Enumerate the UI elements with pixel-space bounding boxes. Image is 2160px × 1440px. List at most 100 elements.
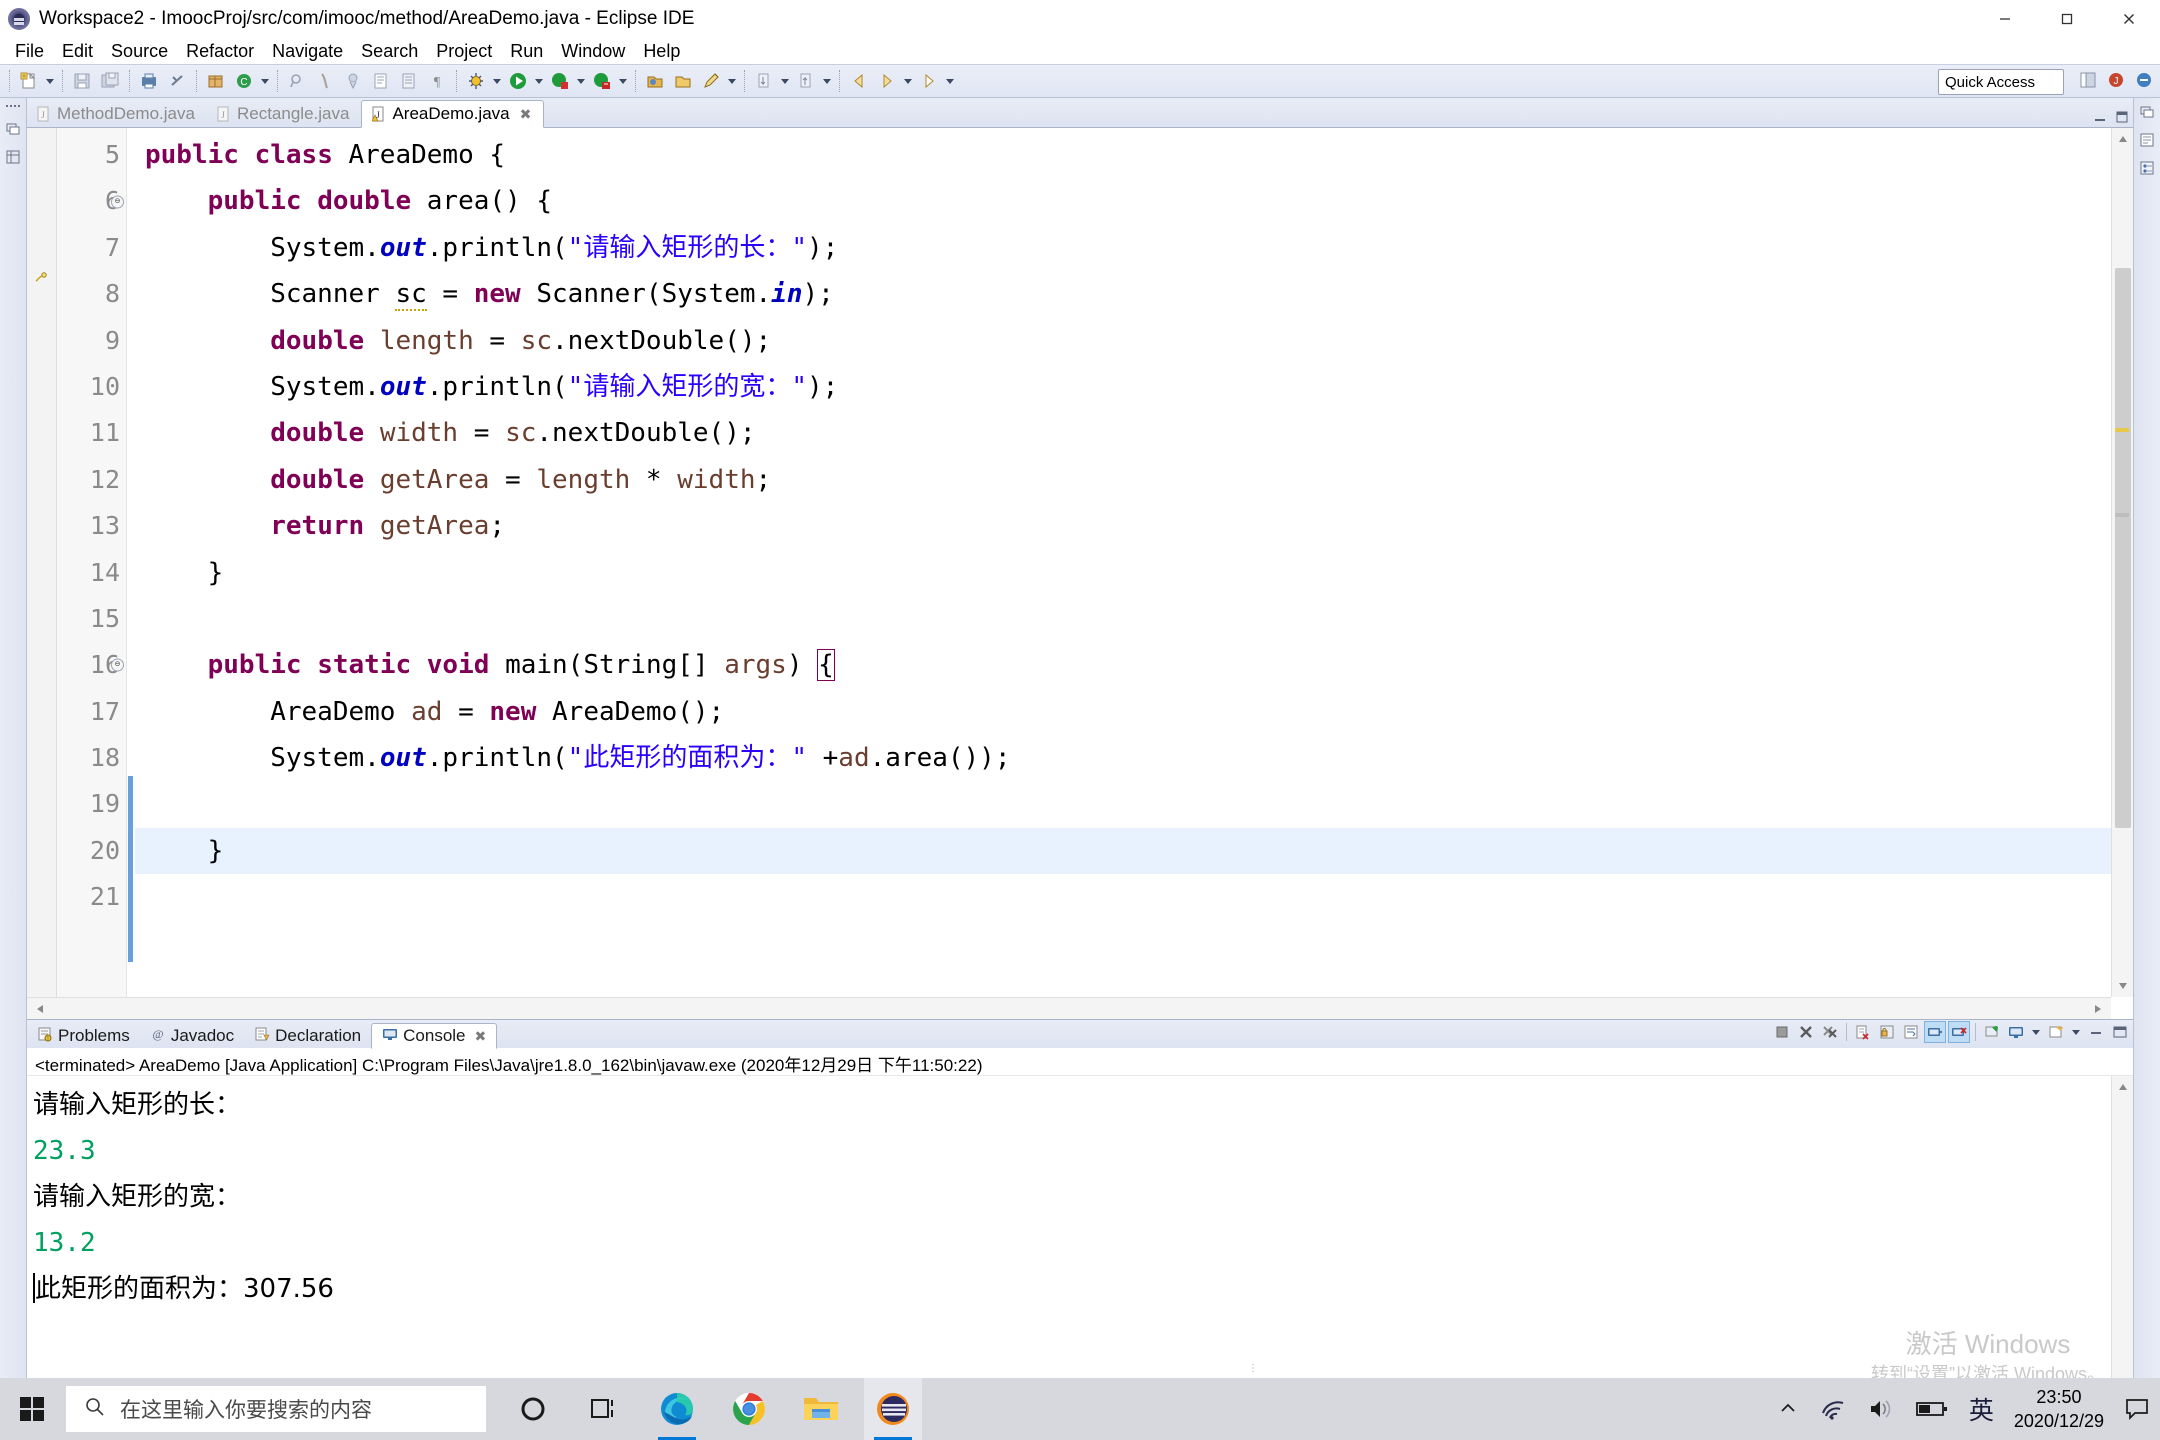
coverage-dropdown-arrow[interactable] <box>574 67 588 95</box>
editor-tab-areademo[interactable]: J AreaDemo.java ✖ <box>361 100 545 128</box>
display-console-dropdown-arrow[interactable] <box>2029 1018 2043 1046</box>
drag-handle-dots[interactable] <box>5 102 22 111</box>
task-view-icon[interactable] <box>576 1378 634 1440</box>
code-line[interactable]: System.out.println("请输入矩形的长："); <box>135 225 2133 271</box>
open-perspective-icon[interactable] <box>641 67 669 95</box>
external-tools-icon[interactable] <box>588 67 616 95</box>
maximize-editor-icon[interactable] <box>2115 110 2129 124</box>
google-chrome-icon[interactable] <box>720 1378 778 1440</box>
quick-access-field[interactable]: Quick Access <box>1938 69 2064 95</box>
toggle-mark-occurrences-icon[interactable] <box>367 67 395 95</box>
code-line[interactable] <box>135 781 2133 827</box>
cortana-icon[interactable] <box>504 1378 562 1440</box>
console-scroll-up-icon[interactable] <box>2112 1076 2133 1098</box>
new-wizard-icon[interactable] <box>15 67 43 95</box>
coverage-icon[interactable] <box>546 67 574 95</box>
print-icon[interactable] <box>135 67 163 95</box>
menu-search[interactable]: Search <box>352 38 427 64</box>
scroll-down-icon[interactable] <box>2112 975 2133 997</box>
show-console-on-output-icon[interactable] <box>1924 1021 1946 1043</box>
menu-project[interactable]: Project <box>427 38 501 64</box>
display-selected-console-icon[interactable] <box>2005 1021 2027 1043</box>
pin-console-icon[interactable] <box>1981 1021 2003 1043</box>
pencil-dropdown-arrow[interactable] <box>725 67 739 95</box>
menu-help[interactable]: Help <box>634 38 689 64</box>
fold-collapse-icon[interactable]: ⊖ <box>111 658 124 672</box>
maximize-button[interactable] <box>2036 0 2098 38</box>
history-dropdown-arrow[interactable] <box>901 67 915 95</box>
open-task-icon[interactable] <box>339 67 367 95</box>
previous-annotation-dropdown-arrow[interactable] <box>820 67 834 95</box>
previous-annotation-icon[interactable] <box>792 67 820 95</box>
word-wrap-icon[interactable] <box>1900 1021 1922 1043</box>
task-list-icon[interactable] <box>2137 130 2157 150</box>
microsoft-edge-icon[interactable] <box>648 1378 706 1440</box>
close-tab-icon[interactable]: ✖ <box>475 1028 487 1045</box>
forward-icon[interactable] <box>873 67 901 95</box>
eclipse-icon[interactable] <box>864 1378 922 1440</box>
search-field-icon[interactable] <box>283 67 311 95</box>
forward-nav-icon[interactable] <box>915 67 943 95</box>
code-line[interactable]: public static void main(String[] args) { <box>135 642 2133 688</box>
restore-outline-icon[interactable] <box>2137 102 2157 122</box>
warning-icon[interactable] <box>33 270 49 286</box>
restore-package-explorer-icon[interactable] <box>3 119 23 139</box>
tab-declaration[interactable]: Declaration <box>244 1023 371 1049</box>
outline-view-icon[interactable] <box>3 147 23 167</box>
code-line[interactable]: Scanner sc = new Scanner(System.in); <box>135 271 2133 317</box>
code-line[interactable]: double width = sc.nextDouble(); <box>135 410 2133 456</box>
tab-problems[interactable]: ! Problems <box>27 1023 140 1049</box>
menu-navigate[interactable]: Navigate <box>263 38 352 64</box>
console-vertical-scrollbar[interactable] <box>2111 1076 2133 1417</box>
minimize-button[interactable] <box>1974 0 2036 38</box>
scroll-left-icon[interactable] <box>29 998 51 1020</box>
external-tools-dropdown-arrow[interactable] <box>616 67 630 95</box>
forward-nav-dropdown-arrow[interactable] <box>943 67 957 95</box>
save-all-icon[interactable] <box>96 67 124 95</box>
pencil-icon[interactable] <box>697 67 725 95</box>
run-dropdown-arrow[interactable] <box>532 67 546 95</box>
debug-perspective-icon[interactable] <box>2132 68 2156 92</box>
overview-occurrence-mark[interactable] <box>2115 513 2129 517</box>
new-java-package-icon[interactable] <box>202 67 230 95</box>
code-line[interactable]: } <box>135 827 2133 875</box>
minimize-console-icon[interactable] <box>2085 1021 2107 1043</box>
next-annotation-dropdown-arrow[interactable] <box>778 67 792 95</box>
clear-console-icon[interactable] <box>1852 1021 1874 1043</box>
code-line[interactable] <box>135 596 2133 642</box>
menu-source[interactable]: Source <box>102 38 177 64</box>
overview-warning-mark[interactable] <box>2115 428 2129 432</box>
vertical-scroll-thumb[interactable] <box>2115 268 2131 828</box>
menu-edit[interactable]: Edit <box>53 38 102 64</box>
code-line[interactable]: public double area() { <box>135 178 2133 224</box>
remove-all-terminated-icon[interactable] <box>1819 1021 1841 1043</box>
outline-tree-icon[interactable] <box>2137 158 2157 178</box>
show-console-on-error-icon[interactable] <box>1948 1021 1970 1043</box>
speaker-icon[interactable] <box>1867 1397 1895 1421</box>
lock-scroll-icon[interactable] <box>1876 1021 1898 1043</box>
code-line[interactable]: } <box>135 550 2133 596</box>
remove-launch-icon[interactable] <box>1795 1021 1817 1043</box>
taskbar-search-input[interactable]: 在这里输入你要搜索的内容 <box>66 1386 486 1432</box>
open-console-icon[interactable] <box>2045 1021 2067 1043</box>
close-tab-icon[interactable]: ✖ <box>520 106 532 123</box>
maximize-console-icon[interactable] <box>2109 1021 2131 1043</box>
open-perspective-button-icon[interactable] <box>2076 68 2100 92</box>
console-output-area[interactable]: 请输入矩形的长： 23.3 请输入矩形的宽： 13.2 此矩形的面积为：307.56 激… <box>27 1076 2133 1417</box>
tab-console[interactable]: Console ✖ <box>371 1023 498 1049</box>
menu-run[interactable]: Run <box>501 38 552 64</box>
editor-annotation-ruler[interactable] <box>27 128 57 1019</box>
code-line[interactable]: System.out.println("请输入矩形的宽："); <box>135 364 2133 410</box>
menu-file[interactable]: File <box>6 38 53 64</box>
wifi-icon[interactable] <box>1819 1397 1847 1421</box>
editor-tab-methoddemo[interactable]: J MethodDemo.java <box>27 100 207 128</box>
fold-collapse-icon[interactable]: ⊖ <box>111 195 124 209</box>
open-console-dropdown-arrow[interactable] <box>2069 1018 2083 1046</box>
editor-horizontal-scrollbar[interactable] <box>27 997 2111 1019</box>
java-editor[interactable]: 5 6⊖ 7 8 9 10 11 12 13 14 15 16⊖ 17 18 19 20 21 public c… <box>27 128 2133 1019</box>
open-type-icon[interactable] <box>311 67 339 95</box>
editor-vertical-scrollbar[interactable] <box>2111 128 2133 997</box>
battery-icon[interactable] <box>1915 1399 1949 1419</box>
code-line[interactable] <box>135 874 2133 920</box>
tab-javadoc[interactable]: @ Javadoc <box>140 1023 244 1049</box>
